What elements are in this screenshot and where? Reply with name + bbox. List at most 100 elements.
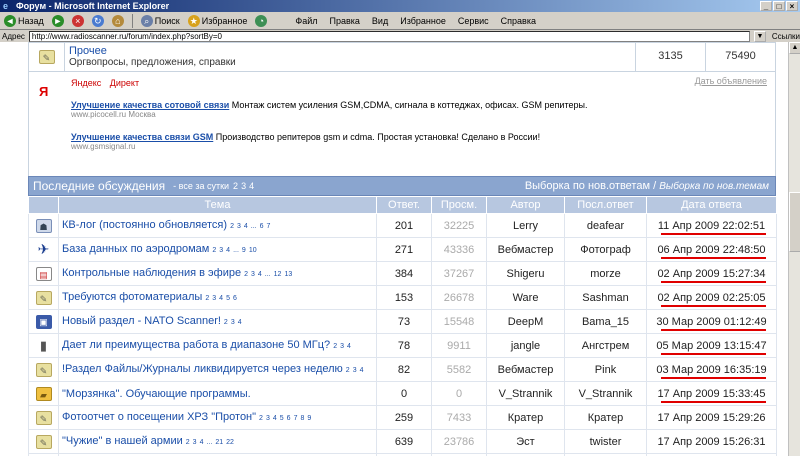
topic-page-link[interactable]: 2 (333, 343, 337, 350)
topic-page-link[interactable]: 13 (284, 271, 292, 278)
topic-page-link[interactable]: 4 (226, 247, 230, 254)
topic-page-link[interactable]: 5 (226, 295, 230, 302)
last-reply-cell[interactable]: Sashman (564, 285, 647, 310)
topic-page-link[interactable]: 12 (274, 271, 282, 278)
topic-page-link[interactable]: 3 (251, 271, 255, 278)
stop-button[interactable]: × (71, 14, 84, 27)
ad-link[interactable]: Улучшение качества сотовой связи (71, 100, 229, 110)
section-period-link[interactable]: - все за сутки (173, 181, 229, 191)
topic-page-link[interactable]: 9 (307, 415, 311, 422)
favorites-button[interactable]: ★ Избранное (187, 14, 247, 27)
topic-page-link[interactable]: 3 (231, 319, 235, 326)
topic-page-link[interactable]: 4 (347, 343, 351, 350)
topic-page-link[interactable]: 2 (224, 319, 228, 326)
topic-title-link[interactable]: КВ-лог (постоянно обновляется) (62, 219, 227, 231)
author-cell[interactable]: Кратер (486, 405, 565, 430)
topic-page-link[interactable]: 5 (280, 415, 284, 422)
search-button[interactable]: ⌕ Поиск (140, 14, 180, 27)
last-reply-cell[interactable]: Bama_15 (564, 309, 647, 334)
topic-page-link[interactable]: 4 (238, 319, 242, 326)
menu-help[interactable]: Справка (501, 16, 536, 26)
last-reply-cell[interactable]: Фотограф (564, 237, 647, 262)
topic-page-link[interactable]: ... (206, 439, 212, 446)
author-cell[interactable]: Вебмастер (486, 237, 565, 262)
author-cell[interactable]: Lerry (486, 213, 565, 238)
author-cell[interactable]: Эст (486, 429, 565, 454)
topic-page-link[interactable]: 4 (258, 271, 262, 278)
give-ad-link[interactable]: Дать объявление (695, 76, 767, 86)
last-reply-cell[interactable]: morze (564, 261, 647, 286)
topic-page-link[interactable]: ... (233, 247, 239, 254)
sort-by-topics-link[interactable]: Выборка по нов.темам (659, 181, 769, 192)
topic-title-link[interactable]: Дает ли преимущества работа в диапазоне … (62, 339, 330, 351)
topic-page-link[interactable]: 4 (200, 439, 204, 446)
back-button[interactable]: ◄ Назад (4, 14, 44, 27)
topic-page-link[interactable]: 4 (273, 415, 277, 422)
topic-page-link[interactable]: 2 (244, 271, 248, 278)
vertical-scrollbar[interactable]: ▲ (788, 42, 800, 456)
history-button[interactable]: ◔ (255, 14, 268, 27)
topic-title-link[interactable]: Контрольные наблюдения в эфире (62, 267, 241, 279)
ad-link[interactable]: Улучшение качества связи GSM (71, 132, 213, 142)
author-cell[interactable]: Shigeru (486, 261, 565, 286)
address-dropdown-icon[interactable]: ▼ (754, 30, 766, 42)
topic-title-link[interactable]: Новый раздел - NATO Scanner! (62, 315, 221, 327)
forward-button[interactable]: ► (51, 14, 64, 27)
author-cell[interactable]: Вебмастер (486, 357, 565, 382)
topic-page-link[interactable]: 2 (205, 295, 209, 302)
topic-page-link[interactable]: 6 (233, 295, 237, 302)
topic-title-link[interactable]: Требуются фотоматериалы (62, 291, 202, 303)
topic-title-link[interactable]: База данных по аэродромам (62, 243, 209, 255)
topic-page-link[interactable]: 3 (193, 439, 197, 446)
topic-page-link[interactable]: 6 (260, 223, 264, 230)
topic-page-link[interactable]: 7 (267, 223, 271, 230)
topic-page-link[interactable]: 6 (287, 415, 291, 422)
category-title-link[interactable]: Прочее (69, 45, 631, 57)
author-cell[interactable]: Ware (486, 285, 565, 310)
section-page-link[interactable]: 3 (241, 181, 246, 191)
scroll-up-icon[interactable]: ▲ (789, 42, 800, 54)
last-reply-cell[interactable]: Кратер (564, 405, 647, 430)
topic-page-link[interactable]: 2 (230, 223, 234, 230)
author-cell[interactable]: DeepM (486, 309, 565, 334)
topic-page-link[interactable]: 4 (219, 295, 223, 302)
home-button[interactable]: ⌂ (111, 14, 124, 27)
yandex-label[interactable]: Яндекс (71, 78, 101, 88)
topic-page-link[interactable]: 10 (249, 247, 257, 254)
topic-page-link[interactable]: 2 (259, 415, 263, 422)
section-page-link[interactable]: 2 (233, 181, 238, 191)
direct-label[interactable]: Директ (110, 78, 139, 88)
topic-page-link[interactable]: 3 (219, 247, 223, 254)
last-reply-cell[interactable]: deafear (564, 213, 647, 238)
topic-page-link[interactable]: 7 (294, 415, 298, 422)
menu-file[interactable]: Файл (295, 16, 317, 26)
topic-title-link[interactable]: Фотоотчет о посещении ХРЗ "Протон" (62, 411, 256, 423)
header-last-reply[interactable]: Посл.ответ (564, 196, 647, 214)
last-reply-cell[interactable]: Ангстрем (564, 333, 647, 358)
scroll-thumb[interactable] (789, 192, 800, 252)
last-reply-cell[interactable]: V_Strannik (564, 381, 647, 406)
maximize-button[interactable]: □ (773, 1, 785, 11)
minimize-button[interactable]: _ (760, 1, 772, 11)
ad-url[interactable]: www.picocell.ru Москва (71, 110, 587, 119)
topic-title-link[interactable]: "Морзянка". Обучающие программы. (62, 388, 251, 400)
menu-favorites[interactable]: Избранное (400, 16, 446, 26)
topic-page-link[interactable]: 3 (266, 415, 270, 422)
header-topic[interactable]: Тема (58, 196, 377, 214)
menu-tools[interactable]: Сервис (458, 16, 489, 26)
topic-page-link[interactable]: 4 (360, 367, 364, 374)
links-label[interactable]: Ссылки (772, 32, 800, 41)
menu-edit[interactable]: Правка (330, 16, 360, 26)
refresh-button[interactable]: ↻ (91, 14, 104, 27)
close-button[interactable]: × (786, 1, 798, 11)
topic-page-link[interactable]: 3 (212, 295, 216, 302)
author-cell[interactable]: V_Strannik (486, 381, 565, 406)
header-replies[interactable]: Ответ. (376, 196, 432, 214)
topic-title-link[interactable]: "Чужие" в нашей армии (62, 435, 183, 447)
topic-page-link[interactable]: 3 (340, 343, 344, 350)
header-date[interactable]: Дата ответа (646, 196, 777, 214)
last-reply-cell[interactable]: twister (564, 429, 647, 454)
menu-view[interactable]: Вид (372, 16, 388, 26)
author-cell[interactable]: jangle (486, 333, 565, 358)
section-page-link[interactable]: 4 (249, 181, 254, 191)
